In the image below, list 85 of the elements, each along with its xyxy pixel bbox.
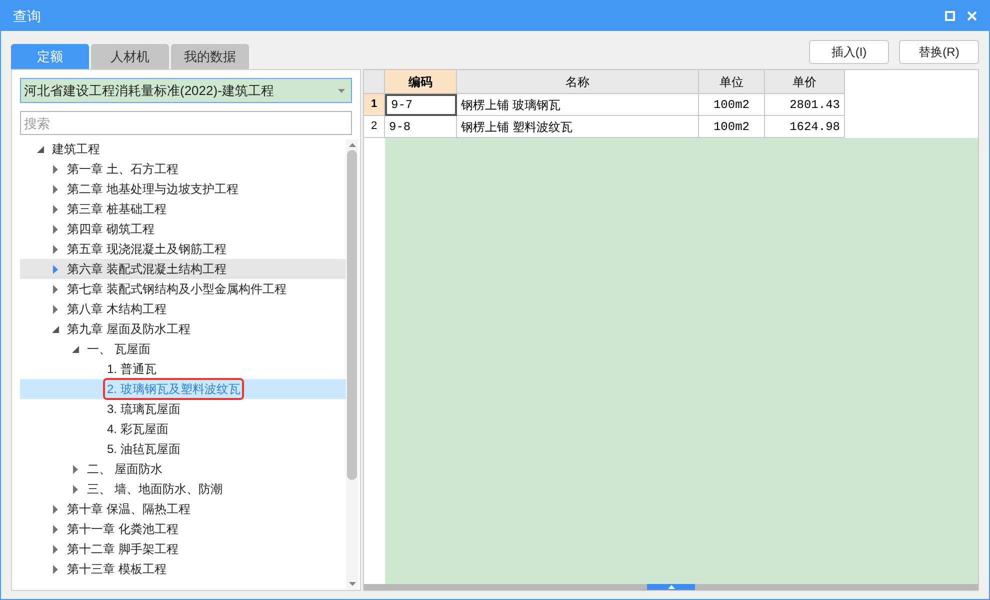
table-cell: 钢楞上铺 玻璃钢瓦 <box>457 94 699 116</box>
collapse-arrow-icon[interactable] <box>52 326 58 332</box>
scroll-up-icon[interactable] <box>348 143 356 147</box>
tree-label: 第二章 地基处理与边坡支护工程 <box>66 181 240 198</box>
tree-item[interactable]: 第八章 木结构工程 <box>20 299 346 319</box>
action-button[interactable]: 替换(R) <box>899 40 979 64</box>
tree-label: 4. 彩瓦屋面 <box>106 421 170 438</box>
tree-item[interactable]: 第六章 装配式混凝土结构工程 <box>20 259 346 279</box>
tree-label: 第七章 装配式钢结构及小型金属构件工程 <box>66 281 288 298</box>
tree-item[interactable]: 二、 屋面防水 <box>20 459 346 479</box>
splitter-handle[interactable] <box>647 584 695 590</box>
tree-label: 第十二章 脚手架工程 <box>66 541 180 558</box>
collapse-arrow-icon[interactable] <box>72 346 78 352</box>
tree-item[interactable]: 第三章 桩基础工程 <box>20 199 346 219</box>
tree-label: 三、 墙、地面防水、防潮 <box>86 481 224 498</box>
tree-item[interactable]: 第十章 保温、隔热工程 <box>20 499 346 519</box>
expand-arrow-icon[interactable] <box>52 204 58 214</box>
row-number: 2 <box>364 116 385 138</box>
expand-arrow-icon[interactable] <box>52 544 58 554</box>
tree-item[interactable]: 1. 普通瓦 <box>20 359 346 379</box>
tree-item[interactable]: 三、 墙、地面防水、防潮 <box>20 479 346 499</box>
window-title: 查询 <box>13 6 41 26</box>
column-header[interactable]: 单价 <box>765 70 845 94</box>
tree-item[interactable]: 第十二章 脚手架工程 <box>20 539 346 559</box>
row-number: 1 <box>364 94 385 116</box>
expand-arrow-icon[interactable] <box>52 304 58 314</box>
tree-item[interactable]: 3. 琉璃瓦屋面 <box>20 399 346 419</box>
expand-arrow-icon[interactable] <box>52 224 58 234</box>
maximize-icon[interactable] <box>945 11 955 21</box>
expand-arrow-icon[interactable] <box>52 244 58 254</box>
tab[interactable]: 我的数据 <box>171 44 249 69</box>
expand-arrow-icon[interactable] <box>72 464 78 474</box>
column-header[interactable]: 名称 <box>457 70 699 94</box>
tree-item[interactable]: 建筑工程 <box>20 139 346 159</box>
tree-item[interactable]: 第七章 装配式钢结构及小型金属构件工程 <box>20 279 346 299</box>
column-header[interactable]: 单位 <box>699 70 765 94</box>
expand-arrow-icon[interactable] <box>52 524 58 534</box>
tree-label: 第六章 装配式混凝土结构工程 <box>66 261 228 278</box>
tree-label: 1. 普通瓦 <box>106 361 158 378</box>
tree-label: 建筑工程 <box>51 141 101 158</box>
collapse-arrow-icon[interactable] <box>36 146 44 152</box>
tree-label: 第八章 木结构工程 <box>66 301 168 318</box>
expand-arrow-icon[interactable] <box>52 504 58 514</box>
column-header[interactable]: 编码 <box>385 70 457 94</box>
expand-arrow-icon[interactable] <box>52 164 58 174</box>
tree-item[interactable]: 5. 油毡瓦屋面 <box>20 439 346 459</box>
search-field[interactable]: 搜索 <box>20 111 352 135</box>
tree-label: 3. 琉璃瓦屋面 <box>106 401 182 418</box>
close-icon[interactable] <box>967 11 977 21</box>
scrollbar-thumb[interactable] <box>347 150 357 480</box>
library-dropdown[interactable]: 河北省建设工程消耗量标准(2022)-建筑工程 <box>20 78 352 103</box>
tree-item[interactable]: 第二章 地基处理与边坡支护工程 <box>20 179 346 199</box>
tree-label: 2. 玻璃钢瓦及塑料波纹瓦 <box>105 380 242 398</box>
dropdown-caret-icon <box>338 88 345 92</box>
tree-item[interactable]: 第十三章 模板工程 <box>20 559 346 579</box>
tree-label: 一、 瓦屋面 <box>86 341 152 358</box>
expand-arrow-icon[interactable] <box>72 484 78 494</box>
tree-item[interactable]: 第五章 现浇混凝土及钢筋工程 <box>20 239 346 259</box>
tree-label: 第十章 保温、隔热工程 <box>66 501 192 518</box>
scrollbar[interactable] <box>346 139 358 590</box>
tree-label: 5. 油毡瓦屋面 <box>106 441 182 458</box>
scroll-down-icon[interactable] <box>348 582 356 586</box>
table-cell: 9-7 <box>385 94 457 116</box>
tree-label: 第四章 砌筑工程 <box>66 221 156 238</box>
tree-label: 第十一章 化粪池工程 <box>66 521 180 538</box>
tree-item[interactable]: 第四章 砌筑工程 <box>20 219 346 239</box>
tree-item[interactable]: 第一章 土、石方工程 <box>20 159 346 179</box>
tab[interactable]: 人材机 <box>91 44 169 69</box>
tree-item[interactable]: 4. 彩瓦屋面 <box>20 419 346 439</box>
action-button[interactable]: 插入(I) <box>809 40 889 64</box>
expand-arrow-icon[interactable] <box>52 564 58 574</box>
tree-label: 第十三章 模板工程 <box>66 561 168 578</box>
tree-item[interactable]: 第十一章 化粪池工程 <box>20 519 346 539</box>
tree-item[interactable]: 一、 瓦屋面 <box>20 339 346 359</box>
tree-label: 第五章 现浇混凝土及钢筋工程 <box>66 241 228 258</box>
table-cell: 2801.43 <box>765 94 845 116</box>
tree-label: 第九章 屋面及防水工程 <box>66 321 192 338</box>
table-cell: 100m2 <box>699 94 765 116</box>
expand-arrow-icon[interactable] <box>52 184 58 194</box>
tree-label: 二、 屋面防水 <box>86 461 164 478</box>
expand-arrow-icon[interactable] <box>52 284 58 294</box>
expand-arrow-icon[interactable] <box>52 264 58 274</box>
tree-label: 第三章 桩基础工程 <box>66 201 168 218</box>
tree-item[interactable]: 第九章 屋面及防水工程 <box>20 319 346 339</box>
tree-label: 第一章 土、石方工程 <box>66 161 180 178</box>
